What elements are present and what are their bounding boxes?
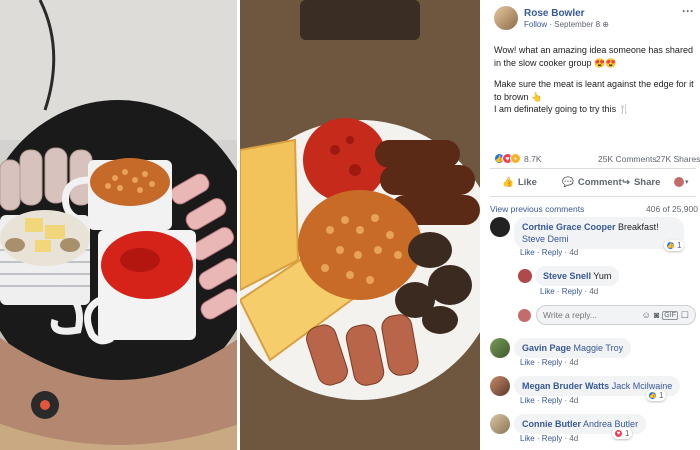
comment-like-link[interactable]: Like (520, 434, 535, 443)
tagged-user[interactable]: Maggie Troy (574, 343, 624, 353)
tagged-user[interactable]: Jack Mcilwaine (612, 381, 673, 391)
comment-meta: Like · Reply · 4d (520, 358, 579, 367)
camera-icon[interactable]: ◙ (654, 310, 659, 320)
post-subheader: Follow · September 8 ⊕ (524, 20, 609, 29)
reaction-count: 8.7K (524, 153, 542, 164)
comments-count[interactable]: 25K Comments (598, 154, 657, 164)
commenter-avatar[interactable] (518, 269, 532, 283)
comment-time[interactable]: 4d (569, 248, 578, 257)
facebook-post-panel: Rose Bowler Follow · September 8 ⊕ ··· W… (482, 0, 700, 450)
breakfast-plate-photo (240, 0, 480, 450)
reaction-count: 1 (659, 391, 664, 400)
comment-bubble: Steve Snell Yum (535, 266, 620, 287)
comment-bubble: Gavin Page Maggie Troy (514, 338, 632, 359)
more-options-icon[interactable]: ··· (682, 4, 694, 18)
post-text-line3: I am definately going to try this 🍴 (494, 104, 630, 115)
comment-button-label: Comment (577, 177, 622, 188)
comment-time[interactable]: 4d (589, 287, 598, 296)
commenter-avatar[interactable] (490, 338, 510, 358)
post-text-line1: Wow! what an amazing idea someone has sh… (494, 45, 693, 68)
comment-icon: 💬 (562, 177, 574, 188)
thumbs-up-icon: 👍 (502, 177, 514, 188)
commenter-name[interactable]: Steve Snell (543, 271, 591, 281)
divider (490, 168, 696, 169)
wow-reaction-icon: • (510, 153, 521, 164)
gif-icon[interactable]: GIF (662, 310, 678, 320)
comment-meta: Like · Reply · 4d (520, 248, 579, 257)
comment-reply-link[interactable]: Reply (562, 287, 582, 296)
like-button[interactable]: 👍 Like (502, 177, 537, 188)
comment-text: Breakfast! (618, 222, 659, 232)
tagged-user[interactable]: Andrea Butler (583, 419, 638, 429)
comments-progress: 406 of 25,900 (646, 204, 698, 214)
commenter-avatar[interactable] (490, 376, 510, 396)
comment-like-link[interactable]: Like (520, 358, 535, 367)
comment-text: Yum (593, 271, 612, 281)
comment-like-link[interactable]: Like (520, 248, 535, 257)
post-body: Wow! what an amazing idea someone has sh… (494, 44, 694, 116)
reaction-count: 1 (625, 429, 630, 438)
comment-bubble: Cortnie Grace Cooper Breakfast! Steve De… (514, 217, 684, 250)
author-avatar[interactable] (494, 6, 518, 30)
tagged-user[interactable]: Steve Demi (522, 234, 569, 244)
share-icon: ↪ (622, 177, 630, 188)
comment-time[interactable]: 4d (569, 434, 578, 443)
share-button[interactable]: ↪ Share (622, 177, 660, 188)
comment-button[interactable]: 💬 Comment (562, 177, 622, 188)
like-reaction-icon: 👍 (648, 391, 657, 400)
comment-meta: Like · Reply · 4d (520, 396, 579, 405)
reply-input[interactable] (543, 310, 631, 320)
comment-reply-link[interactable]: Reply (542, 434, 562, 443)
slow-cooker-illustration (0, 0, 237, 450)
like-button-label: Like (517, 177, 537, 188)
commenter-avatar[interactable] (490, 217, 510, 237)
chevron-down-icon: ▾ (685, 179, 689, 186)
breakfast-plate-illustration (240, 0, 480, 450)
commenter-name[interactable]: Cortnie Grace Cooper (522, 222, 616, 232)
reply-input-box[interactable]: ☺ ◙ GIF ☐ (536, 305, 696, 325)
comment-meta: Like · Reply · 4d (520, 434, 579, 443)
comment-reply-link[interactable]: Reply (542, 358, 562, 367)
comment-meta: Like · Reply · 4d (540, 287, 599, 296)
author-name[interactable]: Rose Bowler (524, 8, 585, 19)
comment-time[interactable]: 4d (569, 358, 578, 367)
comment-reactions[interactable]: 👍 1 (664, 240, 685, 251)
slow-cooker-photo (0, 0, 237, 450)
commenter-name[interactable]: Gavin Page (522, 343, 571, 353)
comment-reactions[interactable]: 👍 1 (646, 390, 667, 401)
like-reaction-icon: 👍 (666, 241, 675, 250)
love-reaction-icon: ♥ (614, 429, 623, 438)
viewer-avatar (674, 177, 684, 187)
reaction-count: 1 (677, 241, 682, 250)
shares-count[interactable]: 27K Shares (656, 154, 700, 164)
share-button-label: Share (633, 177, 661, 188)
divider (490, 196, 696, 197)
globe-icon: ⊕ (602, 20, 609, 29)
comment-reply-link[interactable]: Reply (542, 248, 562, 257)
comment-reply-link[interactable]: Reply (542, 396, 562, 405)
reactions-summary[interactable]: 👍 ♥ • 8.7K (494, 153, 542, 164)
view-previous-comments-link[interactable]: View previous comments (490, 204, 584, 214)
commenter-name[interactable]: Connie Butler (522, 419, 581, 429)
emoji-icon[interactable]: ☺ (642, 310, 651, 320)
sticker-icon[interactable]: ☐ (681, 310, 689, 321)
post-date[interactable]: September 8 (554, 20, 600, 29)
post-text-line2: Make sure the meat is leant against the … (494, 79, 694, 102)
follow-link[interactable]: Follow (524, 20, 547, 29)
comment-like-link[interactable]: Like (520, 396, 535, 405)
audience-selector[interactable]: ▾ (674, 177, 689, 187)
viewer-avatar (518, 309, 531, 322)
comment-like-link[interactable]: Like (540, 287, 555, 296)
commenter-name[interactable]: Megan Bruder Watts (522, 381, 609, 391)
comment-reactions[interactable]: ♥ 1 (612, 428, 633, 439)
commenter-avatar[interactable] (490, 414, 510, 434)
comment-time[interactable]: 4d (569, 396, 578, 405)
